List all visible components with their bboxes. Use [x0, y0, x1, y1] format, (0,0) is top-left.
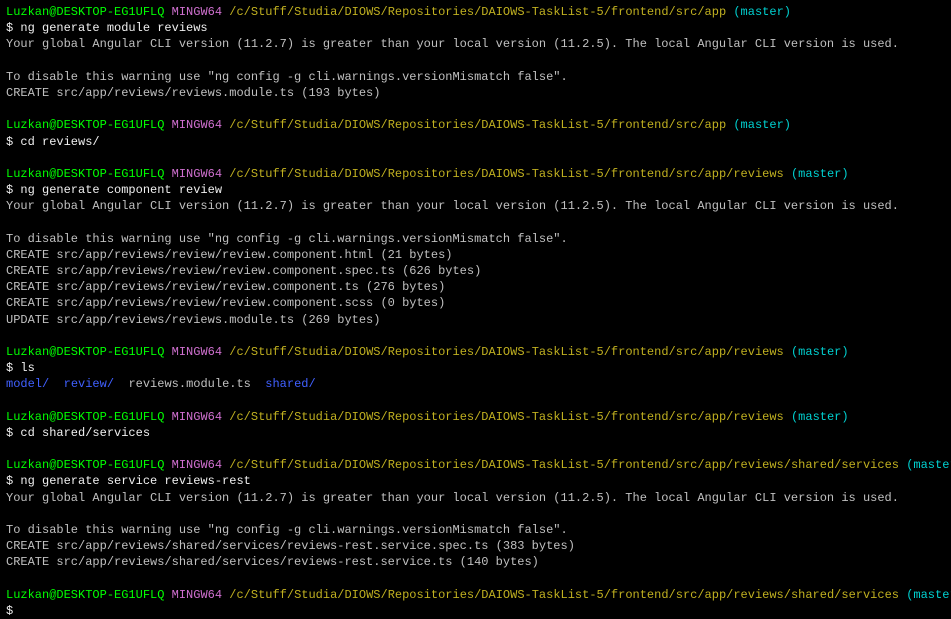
- blank-line: [6, 393, 945, 409]
- blank-line: [6, 441, 945, 457]
- cursor-line[interactable]: $: [6, 603, 945, 619]
- blank-line: [6, 101, 945, 117]
- prompt-line: Luzkan@DESKTOP-EG1UFLQ MINGW64 /c/Stuff/…: [6, 4, 945, 20]
- output-line: CREATE src/app/reviews/review/review.com…: [6, 279, 945, 295]
- command-line: $ cd reviews/: [6, 134, 945, 150]
- command-line: $ ng generate service reviews-rest: [6, 473, 945, 489]
- prompt-line: Luzkan@DESKTOP-EG1UFLQ MINGW64 /c/Stuff/…: [6, 587, 945, 603]
- output-line: UPDATE src/app/reviews/reviews.module.ts…: [6, 312, 945, 328]
- output-line: CREATE src/app/reviews/review/review.com…: [6, 295, 945, 311]
- output-line: CREATE src/app/reviews/shared/services/r…: [6, 538, 945, 554]
- command-line: $ ng generate module reviews: [6, 20, 945, 36]
- command-line: $ ls: [6, 360, 945, 376]
- prompt-line: Luzkan@DESKTOP-EG1UFLQ MINGW64 /c/Stuff/…: [6, 457, 945, 473]
- blank-line: [6, 53, 945, 69]
- output-line: To disable this warning use "ng config -…: [6, 69, 945, 85]
- blank-line: [6, 328, 945, 344]
- prompt-line: Luzkan@DESKTOP-EG1UFLQ MINGW64 /c/Stuff/…: [6, 117, 945, 133]
- blank-line: [6, 506, 945, 522]
- output-line: CREATE src/app/reviews/review/review.com…: [6, 247, 945, 263]
- blank-line: [6, 214, 945, 230]
- terminal-output[interactable]: Luzkan@DESKTOP-EG1UFLQ MINGW64 /c/Stuff/…: [6, 4, 945, 619]
- prompt-line: Luzkan@DESKTOP-EG1UFLQ MINGW64 /c/Stuff/…: [6, 409, 945, 425]
- output-line: Your global Angular CLI version (11.2.7)…: [6, 36, 945, 52]
- prompt-line: Luzkan@DESKTOP-EG1UFLQ MINGW64 /c/Stuff/…: [6, 344, 945, 360]
- output-line: To disable this warning use "ng config -…: [6, 231, 945, 247]
- blank-line: [6, 150, 945, 166]
- output-line: Your global Angular CLI version (11.2.7)…: [6, 490, 945, 506]
- output-line: CREATE src/app/reviews/review/review.com…: [6, 263, 945, 279]
- prompt-line: Luzkan@DESKTOP-EG1UFLQ MINGW64 /c/Stuff/…: [6, 166, 945, 182]
- output-line: Your global Angular CLI version (11.2.7)…: [6, 198, 945, 214]
- output-line: CREATE src/app/reviews/reviews.module.ts…: [6, 85, 945, 101]
- blank-line: [6, 571, 945, 587]
- ls-output: model/ review/ reviews.module.ts shared/: [6, 376, 945, 392]
- command-line: $ ng generate component review: [6, 182, 945, 198]
- command-line: $ cd shared/services: [6, 425, 945, 441]
- output-line: To disable this warning use "ng config -…: [6, 522, 945, 538]
- output-line: CREATE src/app/reviews/shared/services/r…: [6, 554, 945, 570]
